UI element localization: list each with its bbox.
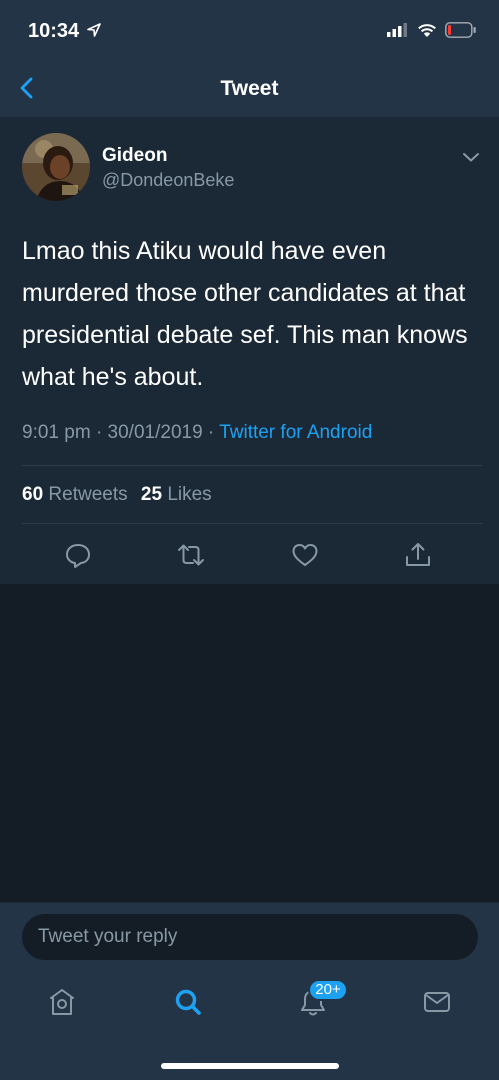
tweet-metadata: 9:01 pm · 30/01/2019 · Twitter for Andro… xyxy=(22,422,372,444)
author-handle[interactable]: @DondeonBeke xyxy=(102,170,234,191)
meta-separator: · xyxy=(207,422,220,443)
tweet-time: 9:01 pm xyxy=(22,422,91,443)
share-icon[interactable] xyxy=(403,540,433,570)
chevron-down-icon[interactable] xyxy=(461,150,481,164)
like-icon[interactable] xyxy=(290,540,320,570)
home-indicator[interactable] xyxy=(161,1063,339,1069)
retweet-icon[interactable] xyxy=(176,540,206,570)
bottom-bar: 20+ xyxy=(0,902,499,1080)
retweet-count[interactable]: 60 xyxy=(22,484,43,505)
status-indicators xyxy=(387,22,477,38)
notifications-badge: 20+ xyxy=(308,979,348,1001)
like-label[interactable]: Likes xyxy=(167,484,211,505)
avatar[interactable] xyxy=(22,133,90,201)
retweet-label[interactable]: Retweets xyxy=(48,484,127,505)
meta-separator: · xyxy=(95,422,108,443)
tweet-date: 30/01/2019 xyxy=(107,422,203,443)
divider xyxy=(22,523,483,524)
signal-icon xyxy=(387,23,407,37)
navigation-header: Tweet xyxy=(0,60,499,118)
divider xyxy=(22,465,483,466)
search-icon[interactable] xyxy=(173,987,203,1017)
tweet-detail: Gideon @DondeonBeke Lmao this Atiku woul… xyxy=(0,118,499,584)
status-bar: 10:34 xyxy=(0,0,499,60)
replies-area xyxy=(0,584,499,902)
tweet-text: Lmao this Atiku would have even murdered… xyxy=(22,237,468,391)
status-time: 10:34 xyxy=(28,20,80,42)
page-title: Tweet xyxy=(220,77,279,100)
wifi-icon xyxy=(418,23,436,37)
location-arrow-icon xyxy=(87,23,101,37)
home-icon[interactable] xyxy=(47,987,77,1017)
messages-icon[interactable] xyxy=(422,987,452,1017)
tweet-stats: 60 Retweets 25 Likes xyxy=(22,484,220,506)
battery-icon xyxy=(445,22,476,38)
author-name[interactable]: Gideon xyxy=(102,145,167,167)
tweet-source-link[interactable]: Twitter for Android xyxy=(219,422,372,443)
reply-icon[interactable] xyxy=(63,540,93,570)
reply-input[interactable] xyxy=(22,914,478,960)
like-count[interactable]: 25 xyxy=(141,484,162,505)
avatar-image xyxy=(22,133,90,201)
tweet-actions xyxy=(0,530,499,584)
